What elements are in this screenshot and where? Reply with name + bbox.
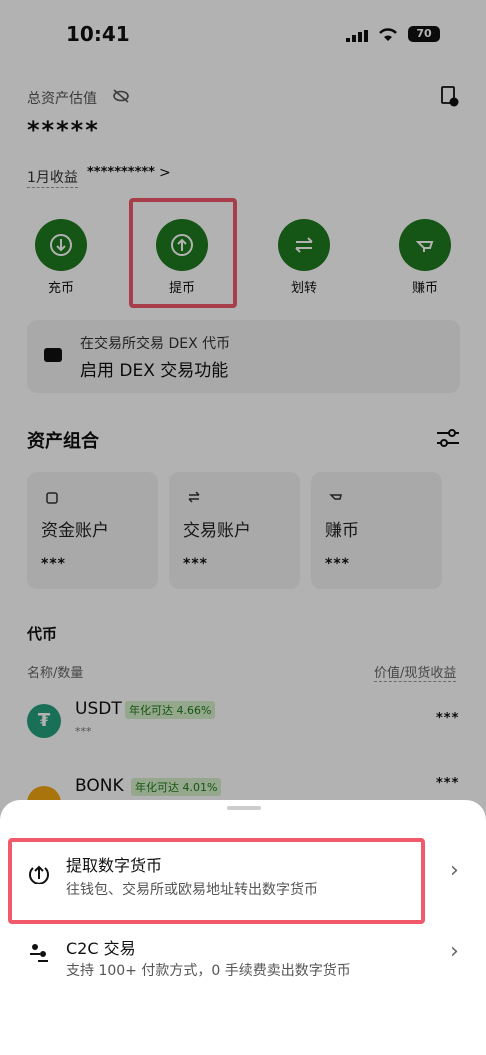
option-description: 支持 100+ 付款方式，0 手续费卖出数字货币 bbox=[66, 963, 351, 979]
chevron-right-icon: › bbox=[450, 858, 459, 883]
withdraw-crypto-highlight bbox=[8, 838, 425, 924]
c2c-option[interactable]: C2C 交易 支持 100+ 付款方式，0 手续费卖出数字货币 › bbox=[0, 925, 486, 985]
c2c-icon bbox=[30, 944, 48, 962]
sheet-handle[interactable] bbox=[227, 806, 261, 810]
chevron-right-icon: › bbox=[450, 939, 459, 964]
option-title: C2C 交易 bbox=[66, 939, 136, 958]
